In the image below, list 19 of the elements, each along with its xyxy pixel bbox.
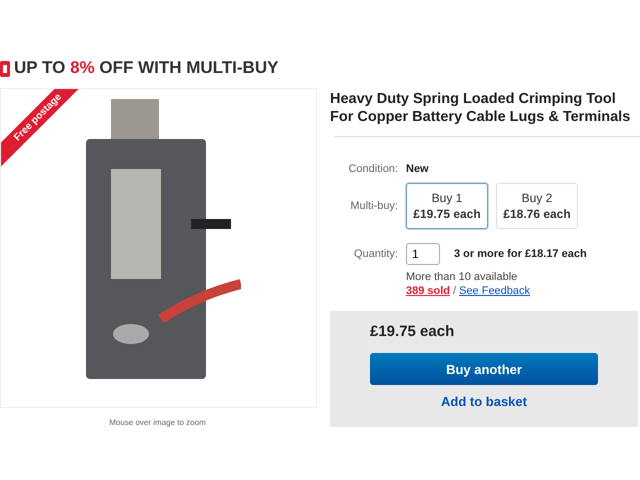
multibuy-label: Multi-buy: [349,200,398,212]
multibuy-option[interactable]: Buy 2 £18.76 each [496,183,578,229]
availability-text: More than 10 available [406,271,518,283]
separator: / [453,285,456,297]
multibuy-offer: 3 or more for £18.17 each [454,248,587,260]
tag-icon [0,59,10,77]
feedback-link[interactable]: See Feedback [459,285,530,297]
price: £19.75 each [370,323,456,340]
quantity-field[interactable]: 1 [406,243,440,265]
condition-value: New [406,163,430,175]
add-to-basket-link[interactable]: Add to basket [441,394,527,409]
multibuy-option[interactable]: Buy 1 £19.75 each [406,183,488,229]
condition-label: Condition: [347,163,398,175]
sold-count-link[interactable]: 389 sold [406,285,450,297]
buy-another-button[interactable]: Buy another [370,353,598,385]
zoom-hint: Mouse over image to zoom [108,418,207,427]
promo-heading: UP TO 8% OFF WITH MULTI-BUY [14,58,278,78]
quantity-label: Quantity: [352,248,398,260]
product-title: Heavy Duty Spring Loaded Crimping Tool For Copper Battery Cable Lugs & Terminals [330,90,632,126]
